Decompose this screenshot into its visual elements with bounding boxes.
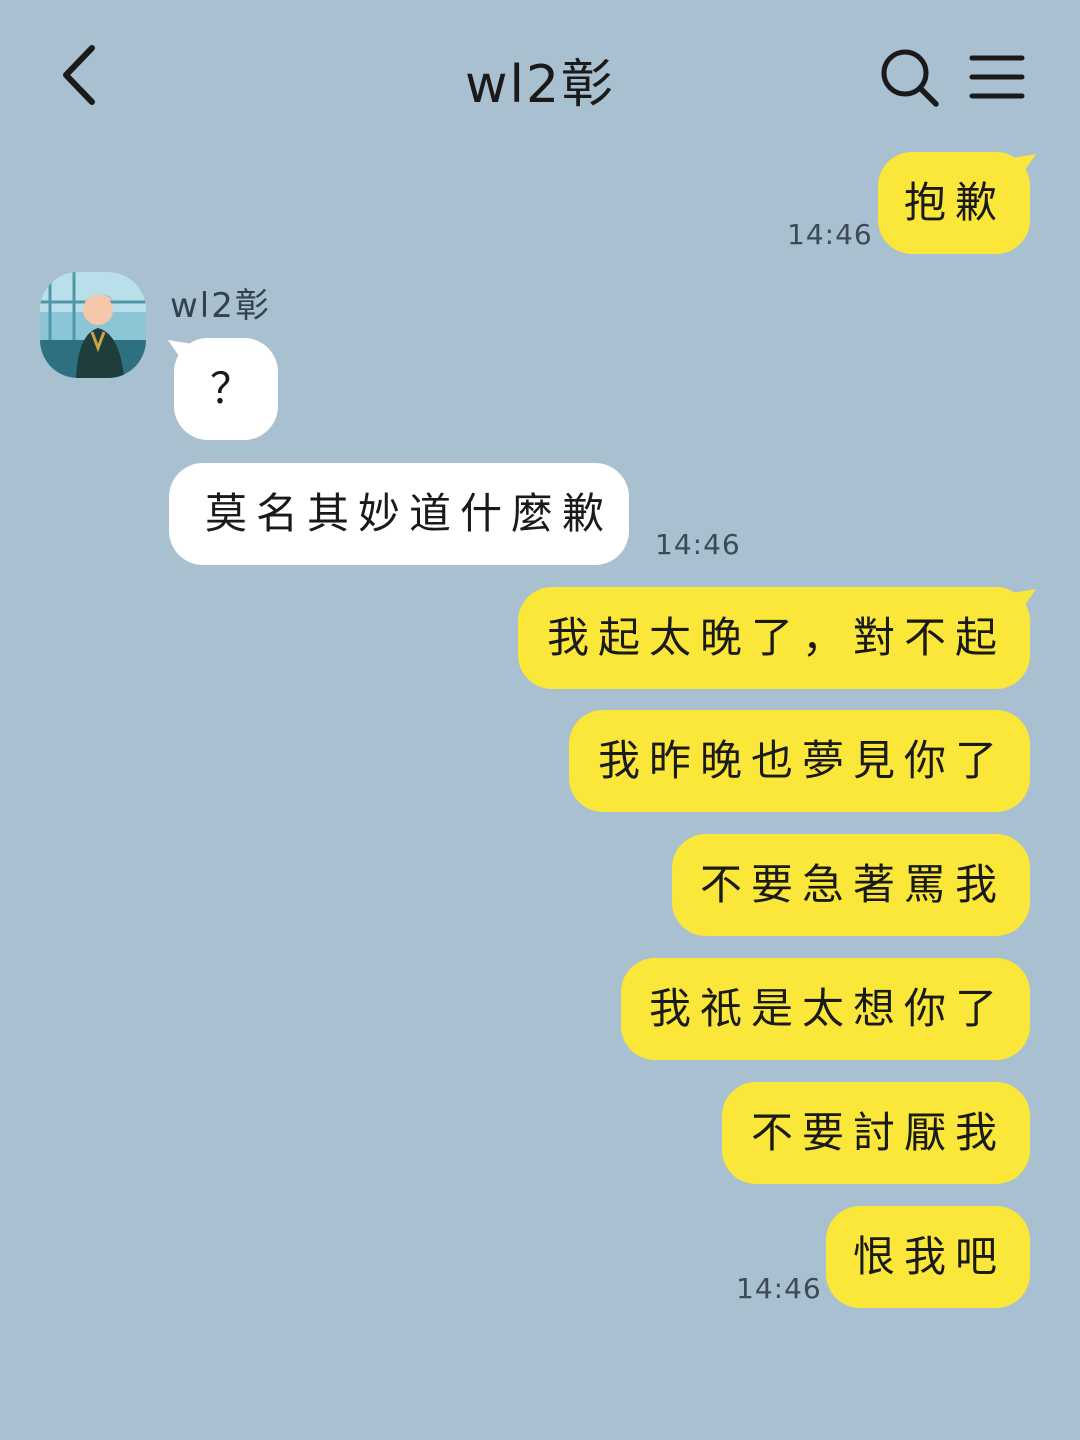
message-bubble-received[interactable]: 莫名其妙道什麼歉 [169,463,629,565]
sender-name: wl2彰 [170,286,271,326]
search-button[interactable] [878,46,942,110]
menu-button[interactable] [966,50,1026,106]
message-timestamp: 14:46 [655,528,741,561]
message-bubble-sent[interactable]: 我起太晚了，對不起 [518,587,1030,689]
message-bubble-sent[interactable]: 不要討厭我 [722,1082,1030,1184]
message-bubble-sent[interactable]: 抱歉 [878,152,1030,254]
menu-icon [969,55,1025,99]
message-bubble-sent[interactable]: 我祇是太想你了 [621,958,1030,1060]
search-icon [881,49,939,107]
message-timestamp: 14:46 [787,218,873,251]
chat-header: wl2彰 [0,0,1080,150]
message-bubble-received[interactable]: ？ [174,338,278,440]
contact-avatar[interactable] [40,272,146,378]
message-bubble-sent[interactable]: 不要急著罵我 [672,834,1030,936]
message-timestamp: 14:46 [736,1272,822,1305]
message-bubble-sent[interactable]: 我昨晚也夢見你了 [569,710,1030,812]
message-bubble-sent[interactable]: 恨我吧 [826,1206,1030,1308]
